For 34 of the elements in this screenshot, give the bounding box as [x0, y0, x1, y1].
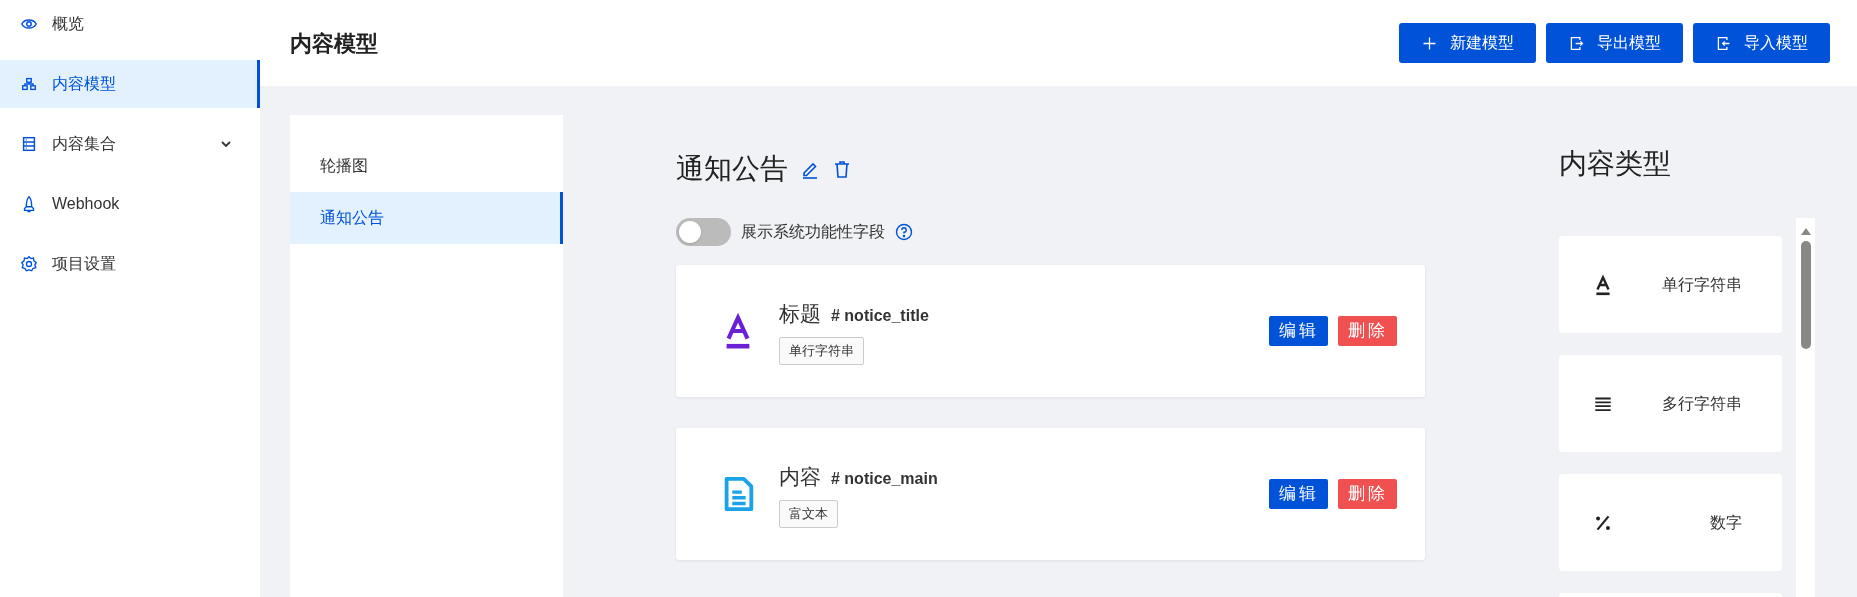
delete-button[interactable]: 删除: [1338, 479, 1397, 509]
toggle-switch[interactable]: [676, 218, 731, 246]
scroll-up-arrow-icon[interactable]: [1800, 228, 1811, 235]
scrollbar-track[interactable]: [1796, 218, 1815, 597]
help-icon[interactable]: [895, 223, 913, 241]
delete-button[interactable]: 删除: [1338, 316, 1397, 346]
type-card[interactable]: 单行字符串: [1559, 236, 1782, 333]
list-icon: [20, 135, 38, 153]
hierarchy-icon: [20, 75, 38, 93]
settings-icon: [20, 255, 38, 273]
sidebar-item[interactable]: 内容模型: [0, 60, 260, 108]
toolbar-button[interactable]: 导入模型: [1693, 23, 1830, 63]
toolbar-button[interactable]: 导出模型: [1546, 23, 1683, 63]
model-list-item[interactable]: 轮播图: [290, 140, 563, 192]
export-icon: [1568, 34, 1585, 52]
type-card[interactable]: 多行字符串: [1559, 355, 1782, 452]
trash-icon[interactable]: [832, 159, 852, 179]
import-icon: [1715, 34, 1732, 52]
scrollbar-thumb[interactable]: [1800, 241, 1811, 349]
field-name: 内容: [779, 463, 821, 490]
field-key: # notice_title: [831, 303, 929, 328]
toolbar-button[interactable]: 新建模型: [1399, 23, 1536, 63]
toggle-label: 展示系统功能性字段: [741, 222, 885, 242]
model-title: 通知公告: [676, 152, 788, 186]
section-title: 内容类型: [1559, 147, 1672, 181]
page-title: 内容模型: [290, 29, 378, 58]
edit-button[interactable]: 编辑: [1269, 316, 1328, 346]
model-list-item[interactable]: 通知公告: [290, 192, 563, 244]
field-key: # notice_main: [831, 466, 938, 491]
edit-button[interactable]: 编辑: [1269, 479, 1328, 509]
type-card[interactable]: 数字: [1559, 474, 1782, 571]
field-type-tag: 富文本: [779, 500, 838, 528]
field-name: 标题: [779, 300, 821, 327]
field-type-tag: 单行字符串: [779, 337, 864, 365]
